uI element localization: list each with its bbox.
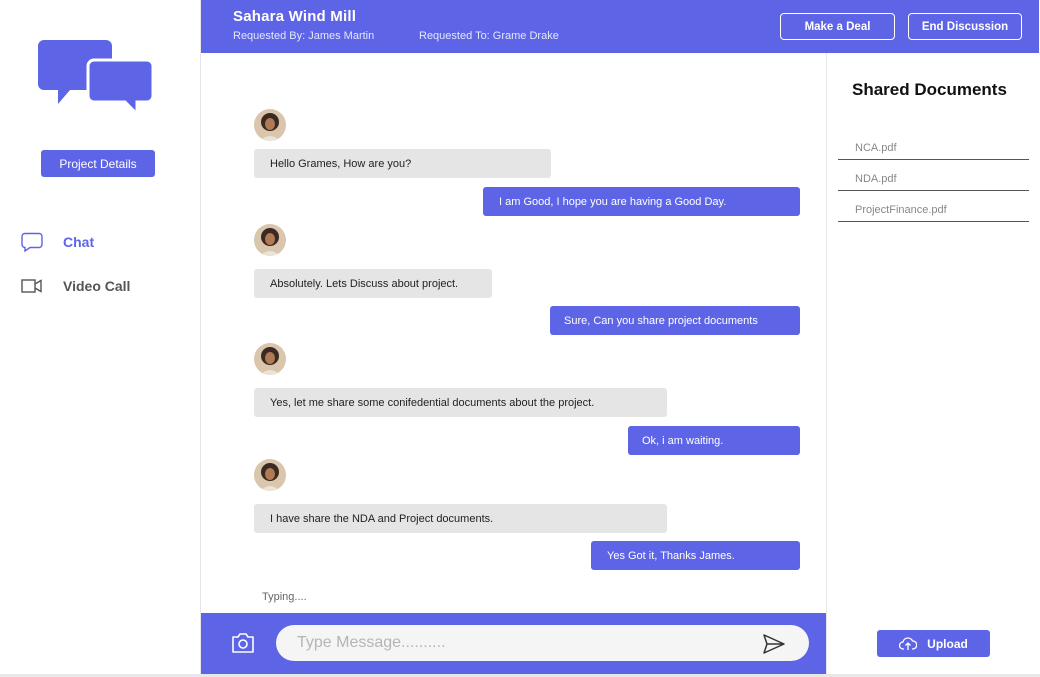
document-link[interactable]: NDA.pdf bbox=[838, 173, 1029, 191]
make-deal-button[interactable]: Make a Deal bbox=[780, 13, 895, 40]
message-incoming: Yes, let me share some conifedential doc… bbox=[254, 388, 667, 417]
requested-by: Requested By: James Martin bbox=[233, 30, 375, 42]
typing-indicator: Typing.... bbox=[262, 591, 307, 603]
sidebar-item-video-call[interactable]: Video Call bbox=[20, 274, 130, 298]
video-camera-icon bbox=[20, 274, 44, 298]
shared-documents-title: Shared Documents bbox=[852, 80, 1007, 99]
document-link[interactable]: NCA.pdf bbox=[838, 142, 1029, 160]
sidebar: Project Details Chat Video Call bbox=[0, 0, 201, 677]
message-outgoing: Sure, Can you share project documents bbox=[550, 306, 800, 335]
message-incoming: I have share the NDA and Project documen… bbox=[254, 504, 667, 533]
chat-bubble-icon bbox=[20, 230, 44, 254]
avatar bbox=[254, 459, 286, 491]
message-incoming: Hello Grames, How are you? bbox=[254, 149, 551, 178]
shared-documents-panel: Shared Documents NCA.pdf NDA.pdf Project… bbox=[826, 53, 1039, 674]
avatar bbox=[254, 343, 286, 375]
cloud-upload-icon bbox=[899, 636, 918, 650]
end-discussion-button[interactable]: End Discussion bbox=[908, 13, 1022, 40]
upload-button[interactable]: Upload bbox=[877, 630, 990, 657]
chat-messages: Hello Grames, How are you? I am Good, I … bbox=[201, 53, 826, 613]
project-title: Sahara Wind Mill bbox=[233, 8, 357, 25]
document-link[interactable]: ProjectFinance.pdf bbox=[838, 204, 1029, 222]
chat-logo-icon bbox=[38, 40, 155, 118]
send-icon[interactable] bbox=[763, 634, 785, 654]
upload-label: Upload bbox=[927, 636, 968, 651]
message-outgoing: Yes Got it, Thanks James. bbox=[591, 541, 800, 570]
avatar bbox=[254, 109, 286, 141]
message-composer bbox=[201, 613, 826, 674]
message-outgoing: I am Good, I hope you are having a Good … bbox=[483, 187, 800, 216]
sidebar-item-label: Chat bbox=[63, 234, 95, 250]
camera-icon[interactable] bbox=[231, 632, 255, 654]
avatar bbox=[254, 224, 286, 256]
sidebar-item-label: Video Call bbox=[63, 278, 131, 294]
project-details-button[interactable]: Project Details bbox=[41, 150, 155, 177]
message-incoming: Absolutely. Lets Discuss about project. bbox=[254, 269, 492, 298]
message-input[interactable] bbox=[276, 625, 809, 661]
chat-header: Sahara Wind Mill Requested By: James Mar… bbox=[201, 0, 1039, 53]
sidebar-item-chat[interactable]: Chat bbox=[20, 230, 94, 254]
requested-to: Requested To: Grame Drake bbox=[419, 30, 559, 42]
message-outgoing: Ok, i am waiting. bbox=[628, 426, 800, 455]
